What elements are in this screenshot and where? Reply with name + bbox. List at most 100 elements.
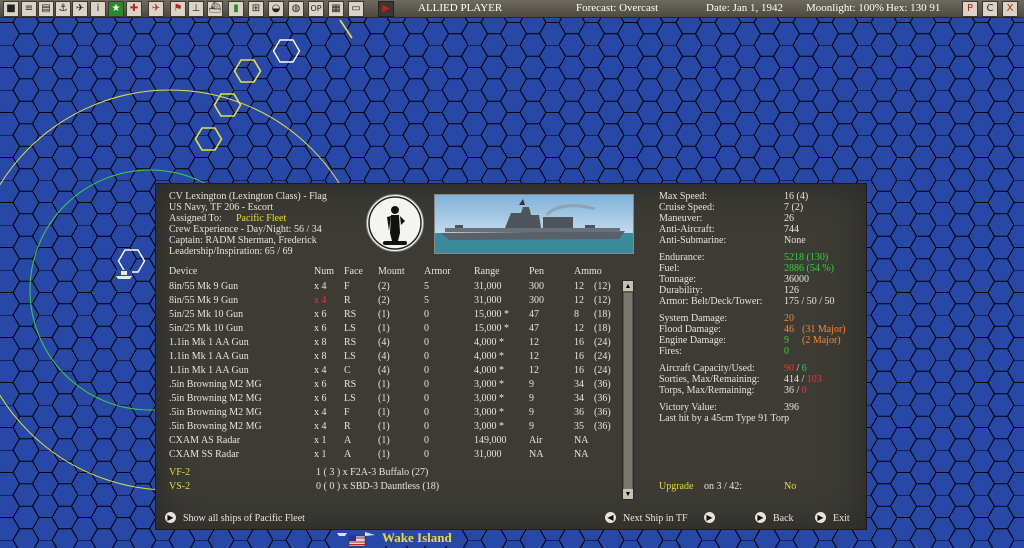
anti-aircraft: 744	[784, 224, 799, 235]
ship-list-icon[interactable]: ⛴	[207, 1, 223, 17]
table-cell: 4,000 *	[474, 337, 504, 348]
window-icon[interactable]: ▭	[348, 1, 364, 17]
assigned-value[interactable]: Pacific Fleet	[236, 213, 286, 224]
fires-label: Fires:	[659, 346, 682, 357]
show-all-ships-button-icon[interactable]: ▶	[165, 512, 176, 523]
table-cell: (4)	[378, 365, 390, 376]
table-cell: (18)	[594, 309, 611, 320]
info-icon[interactable]: ■	[3, 1, 19, 17]
info-i-icon[interactable]: i	[90, 1, 106, 17]
task-force-icon[interactable]	[116, 270, 132, 279]
table-cell: x 1	[314, 435, 327, 446]
globe-icon[interactable]: ◍	[288, 1, 304, 17]
table-cell: 0	[424, 435, 429, 446]
table-cell: 12	[529, 351, 539, 362]
table-cell: (36)	[594, 379, 611, 390]
table-cell: 9	[529, 379, 534, 390]
exit-button[interactable]: Exit	[833, 513, 850, 524]
fuel-label: Fuel:	[659, 263, 680, 274]
table-cell: (1)	[378, 323, 390, 334]
grid-icon[interactable]: ▦	[328, 1, 344, 17]
table-cell: 0	[424, 393, 429, 404]
aircraft-cap-value: 90	[784, 363, 794, 374]
aircraft-used-value: 6	[801, 363, 807, 374]
prev-ship-icon[interactable]: ◀	[605, 512, 616, 523]
table-cell: .5in Browning M2 MG	[169, 407, 262, 418]
table-cell: 1.1in Mk 1 AA Gun	[169, 351, 249, 362]
exit-button-icon[interactable]: ▶	[815, 512, 826, 523]
system-damage-label: System Damage:	[659, 313, 728, 324]
wake-island-base[interactable]: Wake Island	[335, 530, 455, 548]
table-cell: 12	[574, 295, 584, 306]
list-icon[interactable]: ≡	[21, 1, 37, 17]
sub-icon[interactable]: ◒	[268, 1, 284, 17]
durability-label: Durability:	[659, 285, 703, 296]
plane-red-icon[interactable]: ✈	[148, 1, 164, 17]
base-icon[interactable]: ⊥	[188, 1, 204, 17]
table-cell: 5	[424, 295, 429, 306]
scroll-thumb[interactable]	[624, 293, 632, 489]
flood-damage: 46	[784, 324, 794, 335]
ships-icon[interactable]: ⚓	[55, 1, 71, 17]
upgrade-value[interactable]: No	[784, 481, 796, 492]
table-cell: 149,000	[474, 435, 507, 446]
last-hit: Last hit by a 45cm Type 91 Torp	[659, 413, 790, 424]
next-ship-icon[interactable]: ▶	[704, 512, 715, 523]
table-cell: RS	[344, 379, 357, 390]
armor: 175 / 50 / 50	[784, 296, 835, 307]
ship-detail-panel: CV Lexington (Lexington Class) - Flag US…	[155, 183, 867, 530]
chart-icon[interactable]: ▮	[228, 1, 244, 17]
op-icon[interactable]: OP	[308, 1, 324, 17]
table-cell: (1)	[378, 421, 390, 432]
table-cell: 12	[574, 323, 584, 334]
table-cell: (1)	[378, 393, 390, 404]
table-cell: x 4	[314, 421, 327, 432]
table-cell: 8in/55 Mk 9 Gun	[169, 295, 239, 306]
table-cell: x 6	[314, 309, 327, 320]
table-cell: x 6	[314, 379, 327, 390]
p-icon[interactable]: P	[962, 1, 978, 17]
air-group-vf2[interactable]: VF-2	[169, 467, 190, 478]
end-turn-icon[interactable]: ▶	[378, 1, 394, 17]
close-icon[interactable]: X	[1002, 1, 1018, 17]
col-header-armor: Armor	[424, 266, 451, 277]
table-cell: RS	[344, 309, 357, 320]
fuel: 2886 (54 %)	[784, 263, 834, 274]
table-cell: 31,000	[474, 449, 502, 460]
table-cell: CXAM AS Radar	[169, 435, 241, 446]
anti-aircraft-label: Anti-Aircraft:	[659, 224, 715, 235]
tf-icon[interactable]: ⊞	[248, 1, 264, 17]
sorties-rem-value: 103	[806, 374, 822, 385]
back-button-icon[interactable]: ▶	[755, 512, 766, 523]
leadership: Leadership/Inspiration: 65 / 69	[169, 246, 293, 257]
table-cell: 34	[574, 379, 584, 390]
table-cell: 5in/25 Mk 10 Gun	[169, 323, 244, 334]
sorties: 414 / 103	[784, 374, 822, 385]
ship-photo	[434, 194, 634, 254]
table-cell: (2)	[378, 281, 390, 292]
table-cell: 31,000	[474, 295, 502, 306]
show-all-ships-label[interactable]: Show all ships of Pacific Fleet	[183, 513, 305, 524]
upgrade-label[interactable]: Upgrade	[659, 481, 693, 492]
table-cell: x 4	[314, 407, 327, 418]
table-cell: A	[344, 435, 352, 446]
table-cell: 34	[574, 393, 584, 404]
anti-sub-label: Anti-Submarine:	[659, 235, 727, 246]
unit-icon[interactable]: ✚	[126, 1, 142, 17]
star-icon[interactable]: ★	[108, 1, 124, 17]
scroll-up-icon[interactable]: ▲	[623, 281, 633, 291]
report-icon[interactable]: ▤	[38, 1, 54, 17]
crew-experience: Crew Experience - Day/Night: 56 / 34	[169, 224, 322, 235]
back-button[interactable]: Back	[773, 513, 794, 524]
air-group-vs2[interactable]: VS-2	[169, 481, 190, 492]
engine-damage: 9	[784, 335, 789, 346]
table-cell: x 6	[314, 323, 327, 334]
table-cell: 0	[424, 365, 429, 376]
scroll-down-icon[interactable]: ▼	[623, 489, 633, 499]
flag-icon[interactable]: ⚑	[170, 1, 186, 17]
captain[interactable]: Captain: RADM Sherman, Frederick	[169, 235, 317, 246]
air-icon[interactable]: ✈	[72, 1, 88, 17]
c-icon[interactable]: C	[982, 1, 998, 17]
table-scrollbar[interactable]: ▲ ▼	[622, 280, 634, 500]
flood-damage-label: Flood Damage:	[659, 324, 721, 335]
